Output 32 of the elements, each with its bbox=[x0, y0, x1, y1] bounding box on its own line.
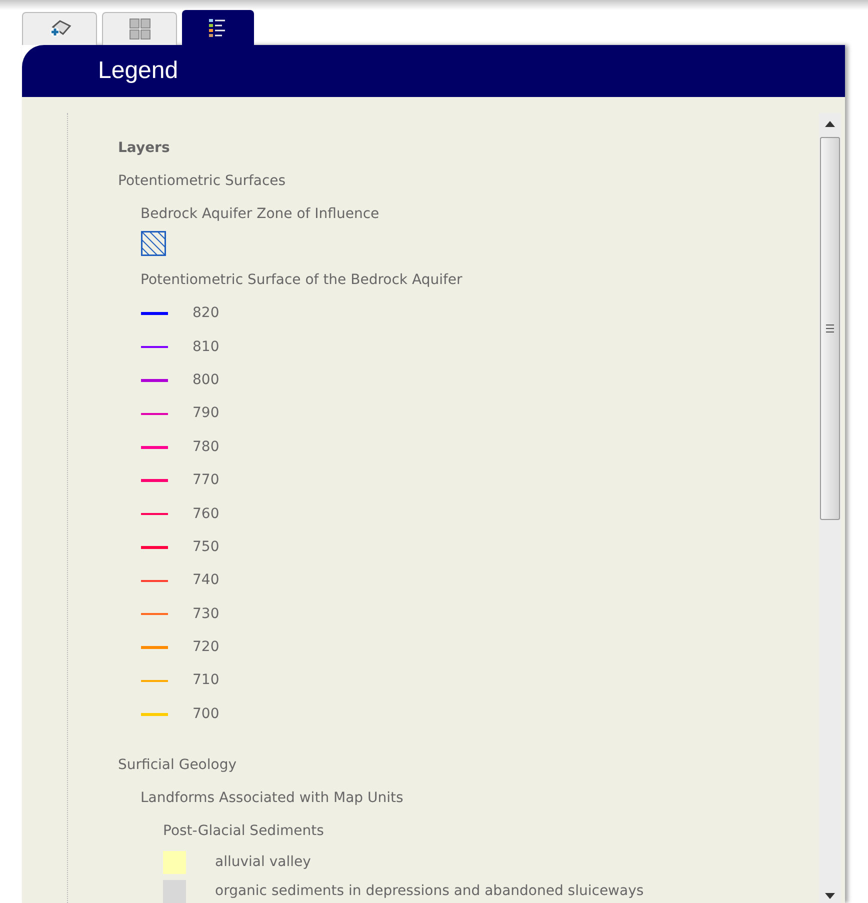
scroll-up-icon[interactable] bbox=[825, 121, 835, 127]
legend-group-label: Surficial Geology bbox=[118, 756, 238, 776]
legend-label: 720 bbox=[192, 639, 220, 656]
legend-label: 780 bbox=[192, 438, 220, 456]
grip-icon bbox=[826, 324, 834, 333]
legend-label: 740 bbox=[192, 572, 220, 590]
legend-label: 760 bbox=[192, 506, 220, 523]
legend-label: 730 bbox=[192, 606, 220, 623]
legend-label: alluvial valley bbox=[215, 854, 311, 872]
legend-group-label: Post-Glacial Sediments bbox=[163, 822, 325, 842]
panel-tab[interactable] bbox=[182, 10, 254, 45]
panel-tab[interactable] bbox=[22, 12, 97, 45]
list-icon bbox=[208, 18, 228, 38]
legend-label: 810 bbox=[192, 338, 220, 356]
legend-group-label: Landforms Associated with Map Units bbox=[140, 789, 404, 808]
legend-group-label: Potentiometric Surface of the Bedrock Aquifer bbox=[140, 271, 464, 290]
legend-label: 750 bbox=[192, 538, 220, 556]
legend-label: 790 bbox=[192, 405, 220, 422]
legend-label: organic sediments in depressions and abandoned sluiceways bbox=[215, 883, 644, 900]
legend-label: 800 bbox=[192, 372, 220, 389]
scrollbar[interactable] bbox=[819, 113, 841, 903]
scrollbar-thumb[interactable] bbox=[820, 137, 840, 520]
legend-group-label: Bedrock Aquifer Zone of Influence bbox=[140, 205, 380, 224]
grid-icon bbox=[128, 18, 150, 40]
legend-label: 700 bbox=[192, 706, 220, 723]
legend-label: 820 bbox=[192, 305, 220, 322]
legend-heading: Layers bbox=[118, 139, 171, 158]
legend-group-label: Potentiometric Surfaces bbox=[118, 172, 287, 191]
scroll-down-icon[interactable] bbox=[825, 893, 835, 899]
legend-label: 770 bbox=[192, 472, 220, 490]
panel-title: Legend bbox=[98, 56, 178, 86]
legend-label: 710 bbox=[192, 672, 220, 690]
